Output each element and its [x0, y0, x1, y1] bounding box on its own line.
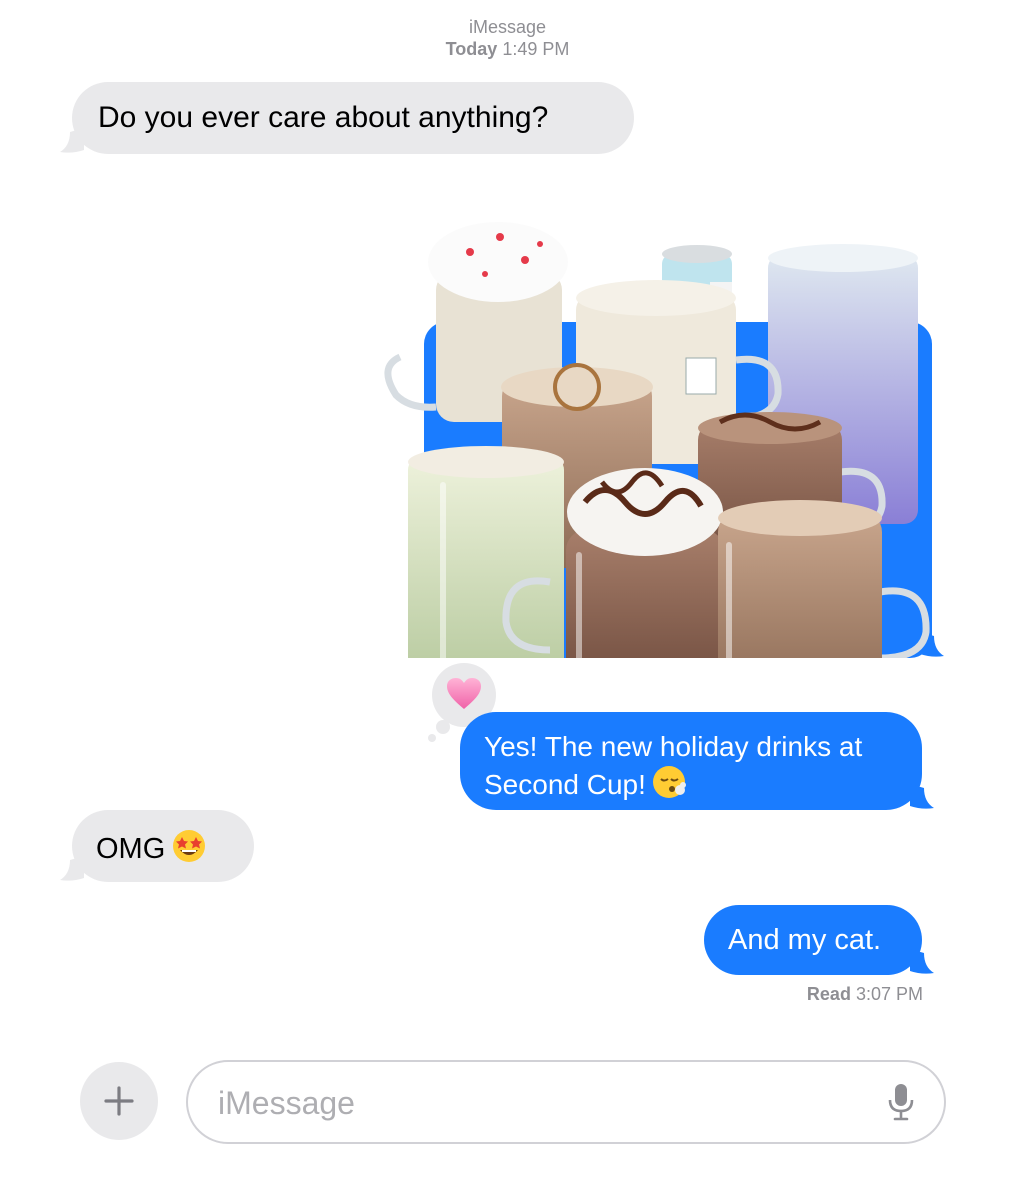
message-text: Do you ever care about anything?: [98, 101, 549, 134]
face-exhaling-emoji-icon: [652, 766, 686, 798]
conversation-header: iMessage Today 1:49 PM: [0, 16, 1015, 60]
message-incoming[interactable]: OMG: [60, 810, 254, 882]
microphone-icon[interactable]: [886, 1082, 916, 1122]
star-struck-emoji-icon: [173, 830, 206, 862]
message-outgoing[interactable]: Yes! The new holiday drinks at Second Cu…: [460, 712, 934, 810]
bubble-tail-icon: [60, 856, 84, 881]
service-label: iMessage: [468, 17, 547, 37]
tapback-dot: [436, 720, 450, 734]
message-outgoing[interactable]: And my cat.: [704, 905, 934, 975]
bubble-tail-icon: [910, 784, 934, 809]
pink-heart-icon: [447, 678, 481, 709]
message-image[interactable]: [384, 222, 944, 658]
message-input[interactable]: [216, 1078, 860, 1128]
message-text: And my cat.: [728, 924, 882, 956]
bubble-tail-icon: [60, 128, 84, 153]
read-time: 3:07 PM: [855, 984, 923, 1004]
tapback-dot: [428, 734, 436, 742]
read-label: Read: [806, 984, 851, 1004]
bubble-tail-icon: [910, 949, 934, 974]
holiday-drinks-image: [384, 222, 930, 658]
read-receipt: Read 3:07 PM: [807, 984, 923, 1005]
message-incoming[interactable]: Do you ever care about anything?: [60, 82, 634, 154]
timestamp: Today 1:49 PM: [0, 38, 1015, 60]
timestamp-day: Today: [445, 39, 498, 59]
add-attachment-button[interactable]: [80, 1062, 158, 1140]
plus-icon: [104, 1086, 134, 1116]
timestamp-time: 1:49 PM: [502, 39, 570, 59]
message-text: OMG: [96, 833, 166, 865]
message-composer[interactable]: [186, 1060, 946, 1144]
